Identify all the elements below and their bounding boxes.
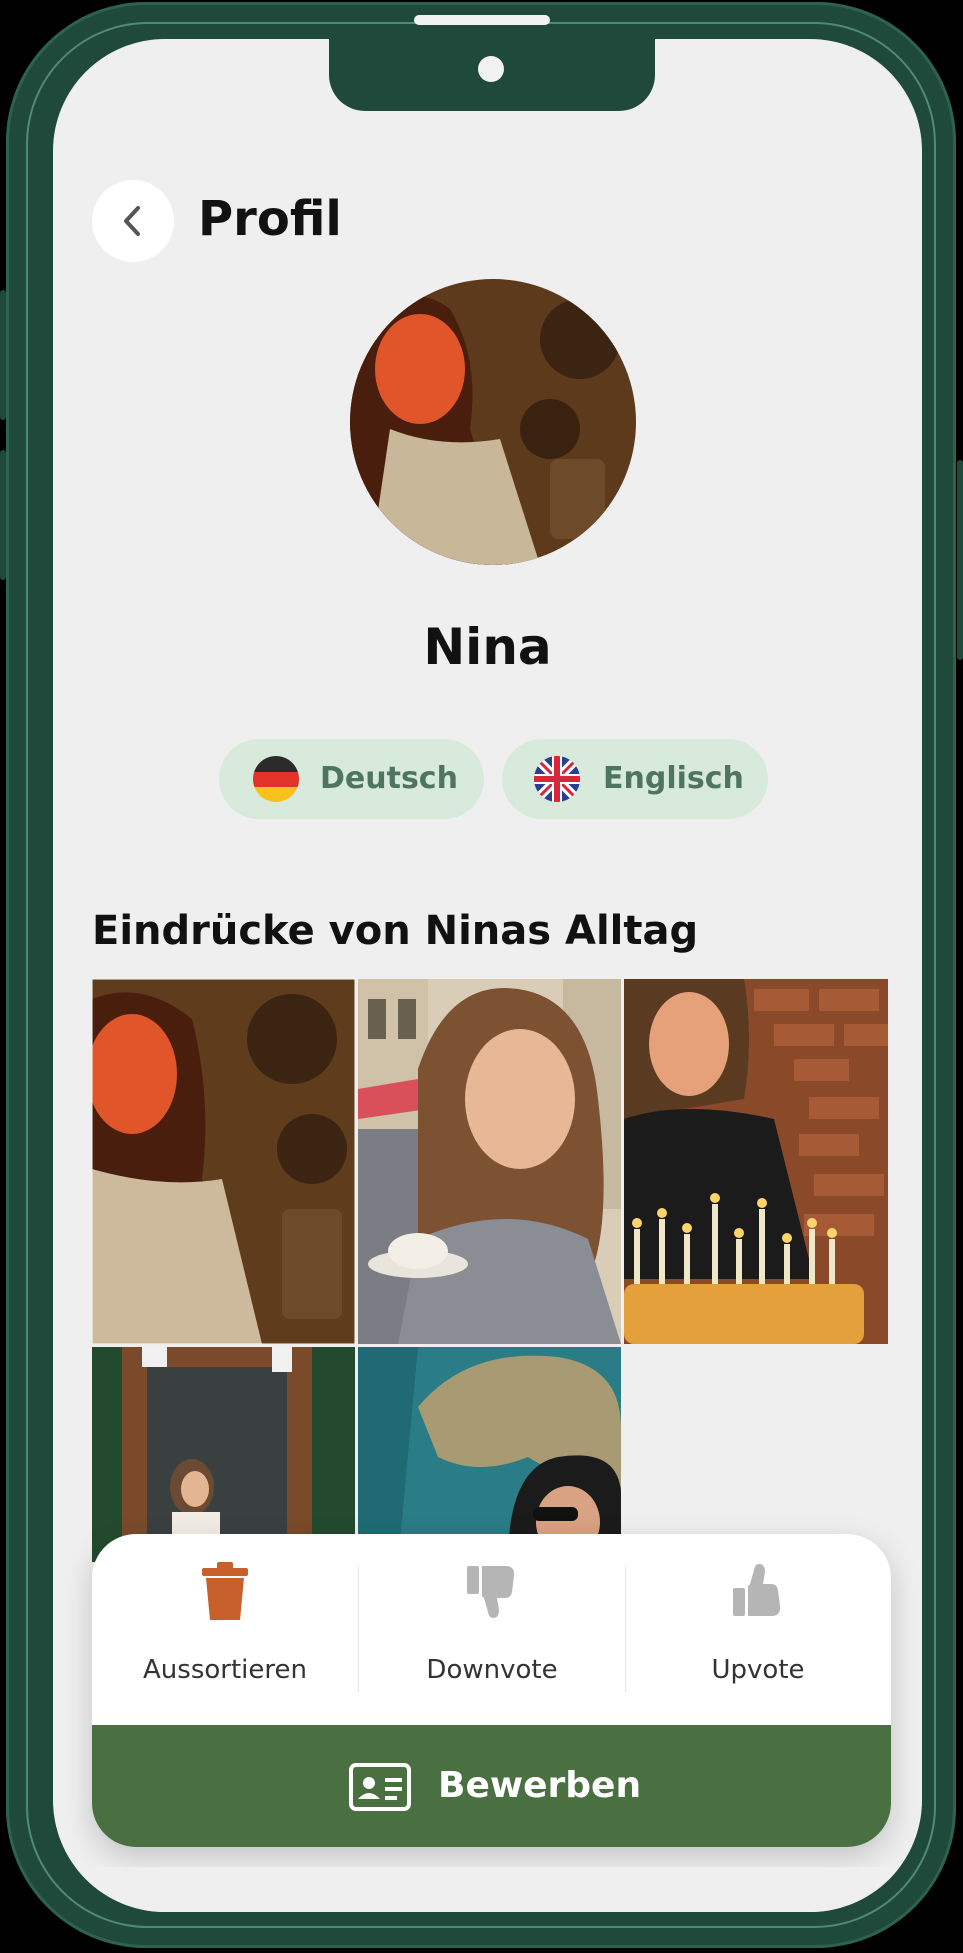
gallery-photo[interactable] <box>92 1347 355 1562</box>
gallery-photo[interactable] <box>358 979 621 1344</box>
action-panel: Aussortieren Downvote Upvote Bewerben <box>92 1534 891 1847</box>
device-speaker <box>414 15 550 25</box>
gallery-photo[interactable] <box>624 979 888 1344</box>
uk-flag-icon <box>534 756 580 802</box>
gallery-photo[interactable] <box>358 1347 621 1562</box>
downvote-label: Downvote <box>426 1655 558 1685</box>
profile-name: Nina <box>423 618 552 676</box>
language-pill-deutsch: Deutsch <box>219 739 484 819</box>
app-screen: Profil Nina Deutsch Englisch Eindrücke v… <box>53 39 922 1912</box>
screen-bottom-area <box>53 1867 922 1912</box>
back-button[interactable] <box>92 180 174 262</box>
upvote-label: Upvote <box>711 1655 805 1685</box>
device-side-button <box>957 460 963 660</box>
language-label: Deutsch <box>320 761 458 796</box>
front-camera <box>478 56 504 82</box>
apply-label: Bewerben <box>438 1765 642 1806</box>
trash-icon <box>202 1562 248 1620</box>
chevron-left-icon <box>124 206 140 236</box>
thumbs-down-icon <box>467 1566 515 1618</box>
thumbs-up-icon <box>733 1564 781 1616</box>
page-title: Profil <box>198 191 342 247</box>
language-label: Englisch <box>603 761 744 796</box>
device-notch <box>329 39 655 111</box>
discard-label: Aussortieren <box>143 1655 307 1685</box>
id-card-icon <box>349 1763 411 1811</box>
profile-avatar[interactable] <box>350 279 636 565</box>
apply-button[interactable]: Bewerben <box>92 1725 891 1847</box>
language-pill-englisch: Englisch <box>502 739 768 819</box>
upvote-button[interactable]: Upvote <box>625 1534 891 1724</box>
gallery-title: Eindrücke von Ninas Alltag <box>92 908 699 954</box>
device-frame: Profil Nina Deutsch Englisch Eindrücke v… <box>6 2 956 1948</box>
downvote-button[interactable]: Downvote <box>359 1534 625 1724</box>
gallery-photo[interactable] <box>92 979 355 1344</box>
germany-flag-icon <box>253 756 299 802</box>
discard-button[interactable]: Aussortieren <box>92 1534 358 1724</box>
